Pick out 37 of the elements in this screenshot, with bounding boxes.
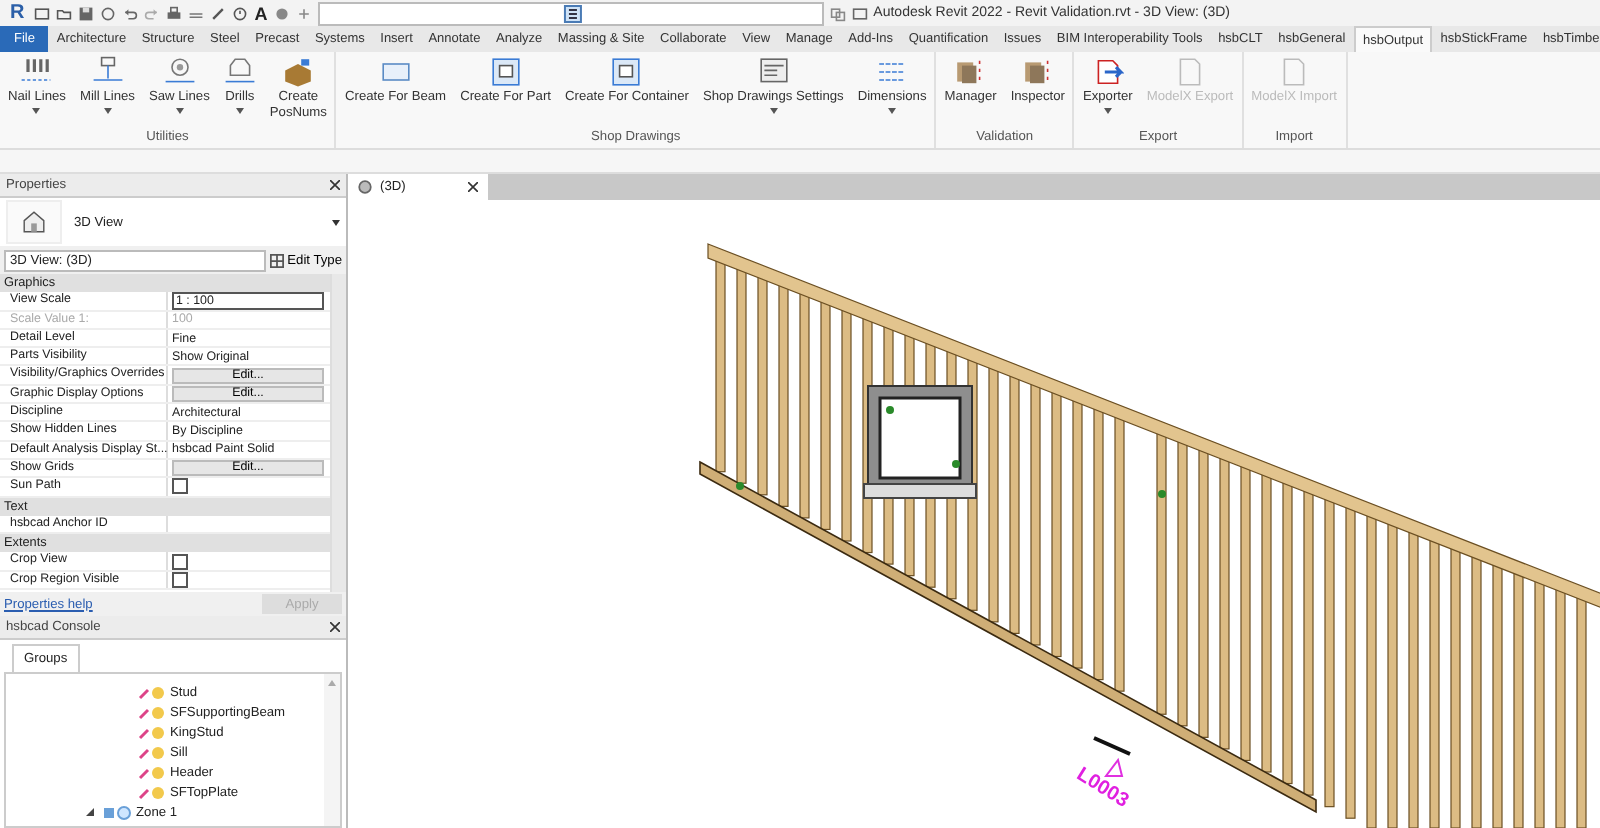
box-icon xyxy=(282,56,315,88)
expand-arrow-icon[interactable] xyxy=(86,808,94,816)
caret-icon xyxy=(235,108,244,114)
dimension-icon[interactable] xyxy=(210,5,227,21)
open-folder-icon[interactable] xyxy=(56,5,73,21)
scrollbar[interactable] xyxy=(324,674,340,826)
print-icon[interactable] xyxy=(166,5,183,21)
pencil-bulb-icon xyxy=(138,725,166,739)
caret-icon xyxy=(32,108,41,114)
drill-icon xyxy=(223,56,256,88)
close-icon[interactable] xyxy=(330,622,340,632)
close-icon[interactable] xyxy=(330,180,340,190)
caret-icon xyxy=(332,219,340,225)
scrollbar[interactable] xyxy=(330,274,346,592)
grid-icon xyxy=(269,253,284,267)
pencil-bulb-icon xyxy=(138,785,166,799)
app-logo[interactable]: R xyxy=(6,2,29,24)
saw-icon xyxy=(163,56,196,88)
undo-icon[interactable] xyxy=(122,5,139,21)
checkbox[interactable] xyxy=(172,553,188,570)
stack-icon xyxy=(1021,56,1054,88)
caret-icon xyxy=(888,108,897,114)
point-marker xyxy=(1158,490,1166,498)
pencil-bulb-icon xyxy=(138,765,166,779)
caret-icon xyxy=(1103,108,1112,114)
caret-icon xyxy=(769,108,778,114)
checkbox[interactable] xyxy=(172,478,188,495)
save-icon[interactable] xyxy=(78,5,95,21)
caret-icon xyxy=(175,108,184,114)
point-marker xyxy=(736,482,744,490)
caret-icon xyxy=(103,108,112,114)
pencil-bulb-icon xyxy=(138,705,166,719)
close-icon[interactable] xyxy=(468,182,478,192)
window-drawing xyxy=(863,385,977,499)
text-tool[interactable]: A xyxy=(254,3,268,23)
pencil-bulb-icon xyxy=(138,745,166,759)
pencil-bulb-icon xyxy=(138,685,166,699)
